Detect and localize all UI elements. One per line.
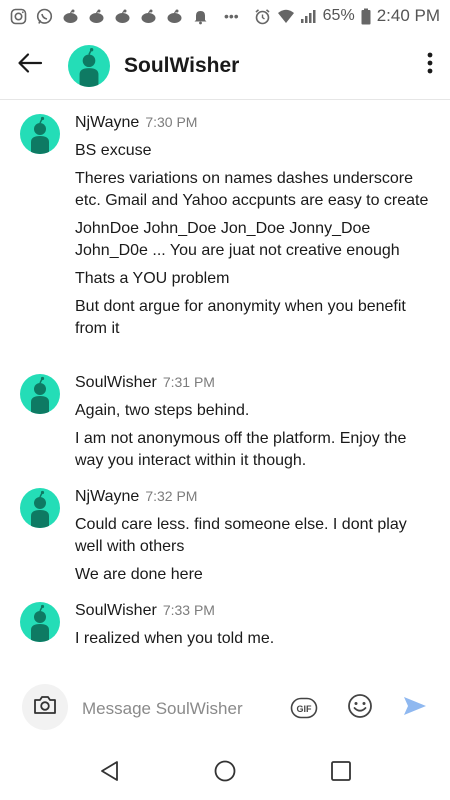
emoji-button[interactable] — [346, 693, 374, 724]
message-list[interactable]: NjWayne 7:30 PM BS excuse Theres variati… — [0, 100, 450, 672]
triangle-back-icon — [99, 760, 121, 787]
notification-app-icon — [62, 8, 79, 25]
message-username[interactable]: SoulWisher — [75, 602, 157, 620]
notification-app-icon — [166, 8, 183, 25]
page-title: SoulWisher — [124, 53, 240, 77]
message-text: I realized when you told me. — [75, 630, 275, 647]
gif-icon: GIF — [290, 697, 318, 719]
message-text: JohnDoe John_Doe Jon_Doe Jonny_Doe John_… — [75, 220, 400, 259]
notification-app-icon — [140, 8, 157, 25]
circle-home-icon — [213, 759, 237, 788]
message-text: We are done here — [75, 566, 203, 583]
snoo-avatar-icon — [31, 604, 49, 642]
message-username[interactable]: SoulWisher — [75, 374, 157, 392]
message-timestamp: 7:30 PM — [145, 114, 198, 130]
battery-percent: 65% — [322, 7, 355, 24]
message-text: Theres variations on names dashes unders… — [75, 170, 429, 209]
system-nav-bar — [0, 746, 450, 800]
more-notifications-indicator: ••• — [224, 8, 239, 24]
gif-label: GIF — [297, 704, 313, 714]
avatar[interactable] — [20, 114, 60, 154]
avatar[interactable] — [20, 488, 60, 528]
smiley-icon — [347, 693, 373, 724]
message-text: Again, two steps behind. — [75, 402, 250, 419]
message-text: Thats a YOU problem — [75, 270, 230, 287]
back-button[interactable] — [0, 36, 60, 96]
message-timestamp: 7:33 PM — [162, 602, 215, 618]
kebab-menu-icon — [427, 52, 433, 79]
message-timestamp: 7:31 PM — [162, 374, 215, 390]
clock: 2:40 PM — [376, 6, 440, 25]
notification-app-icon — [114, 8, 131, 25]
whatsapp-icon — [36, 8, 53, 25]
avatar[interactable] — [68, 44, 110, 87]
snoo-avatar-icon — [31, 490, 49, 528]
alarm-icon — [254, 8, 271, 25]
overflow-menu-button[interactable] — [410, 36, 450, 96]
signal-icon — [300, 8, 317, 25]
avatar[interactable] — [20, 602, 60, 642]
status-bar: ••• 65% 2:40 PM — [0, 0, 450, 32]
nav-back-button[interactable] — [97, 760, 123, 786]
message-text: But dont argue for anonymity when you be… — [75, 298, 406, 337]
message-input[interactable] — [82, 696, 282, 722]
message-text: I am not anonymous off the platform. Enj… — [75, 430, 407, 469]
square-recents-icon — [330, 760, 352, 787]
camera-button[interactable] — [22, 684, 68, 730]
wifi-icon — [277, 8, 294, 25]
notification-app-icon — [88, 8, 105, 25]
battery-icon — [361, 8, 371, 25]
avatar[interactable] — [20, 374, 60, 414]
nav-recents-button[interactable] — [328, 760, 354, 786]
message-username[interactable]: NjWayne — [75, 488, 139, 506]
send-button[interactable] — [400, 694, 430, 722]
chat-header: SoulWisher — [0, 32, 450, 100]
send-icon — [402, 695, 428, 722]
arrow-left-icon — [17, 52, 43, 79]
bell-icon — [192, 8, 209, 25]
message-composer: GIF — [0, 678, 450, 738]
message-text: BS excuse — [75, 142, 152, 159]
message-username[interactable]: NjWayne — [75, 114, 139, 132]
message-text: Could care less. find someone else. I do… — [75, 516, 407, 555]
snoo-avatar-icon — [31, 376, 49, 414]
snoo-avatar-icon — [79, 47, 99, 87]
snoo-avatar-icon — [31, 116, 49, 154]
message-timestamp: 7:32 PM — [145, 488, 198, 504]
instagram-icon — [10, 8, 27, 25]
camera-icon — [33, 695, 57, 720]
nav-home-button[interactable] — [212, 760, 238, 786]
gif-button[interactable]: GIF — [290, 696, 318, 720]
